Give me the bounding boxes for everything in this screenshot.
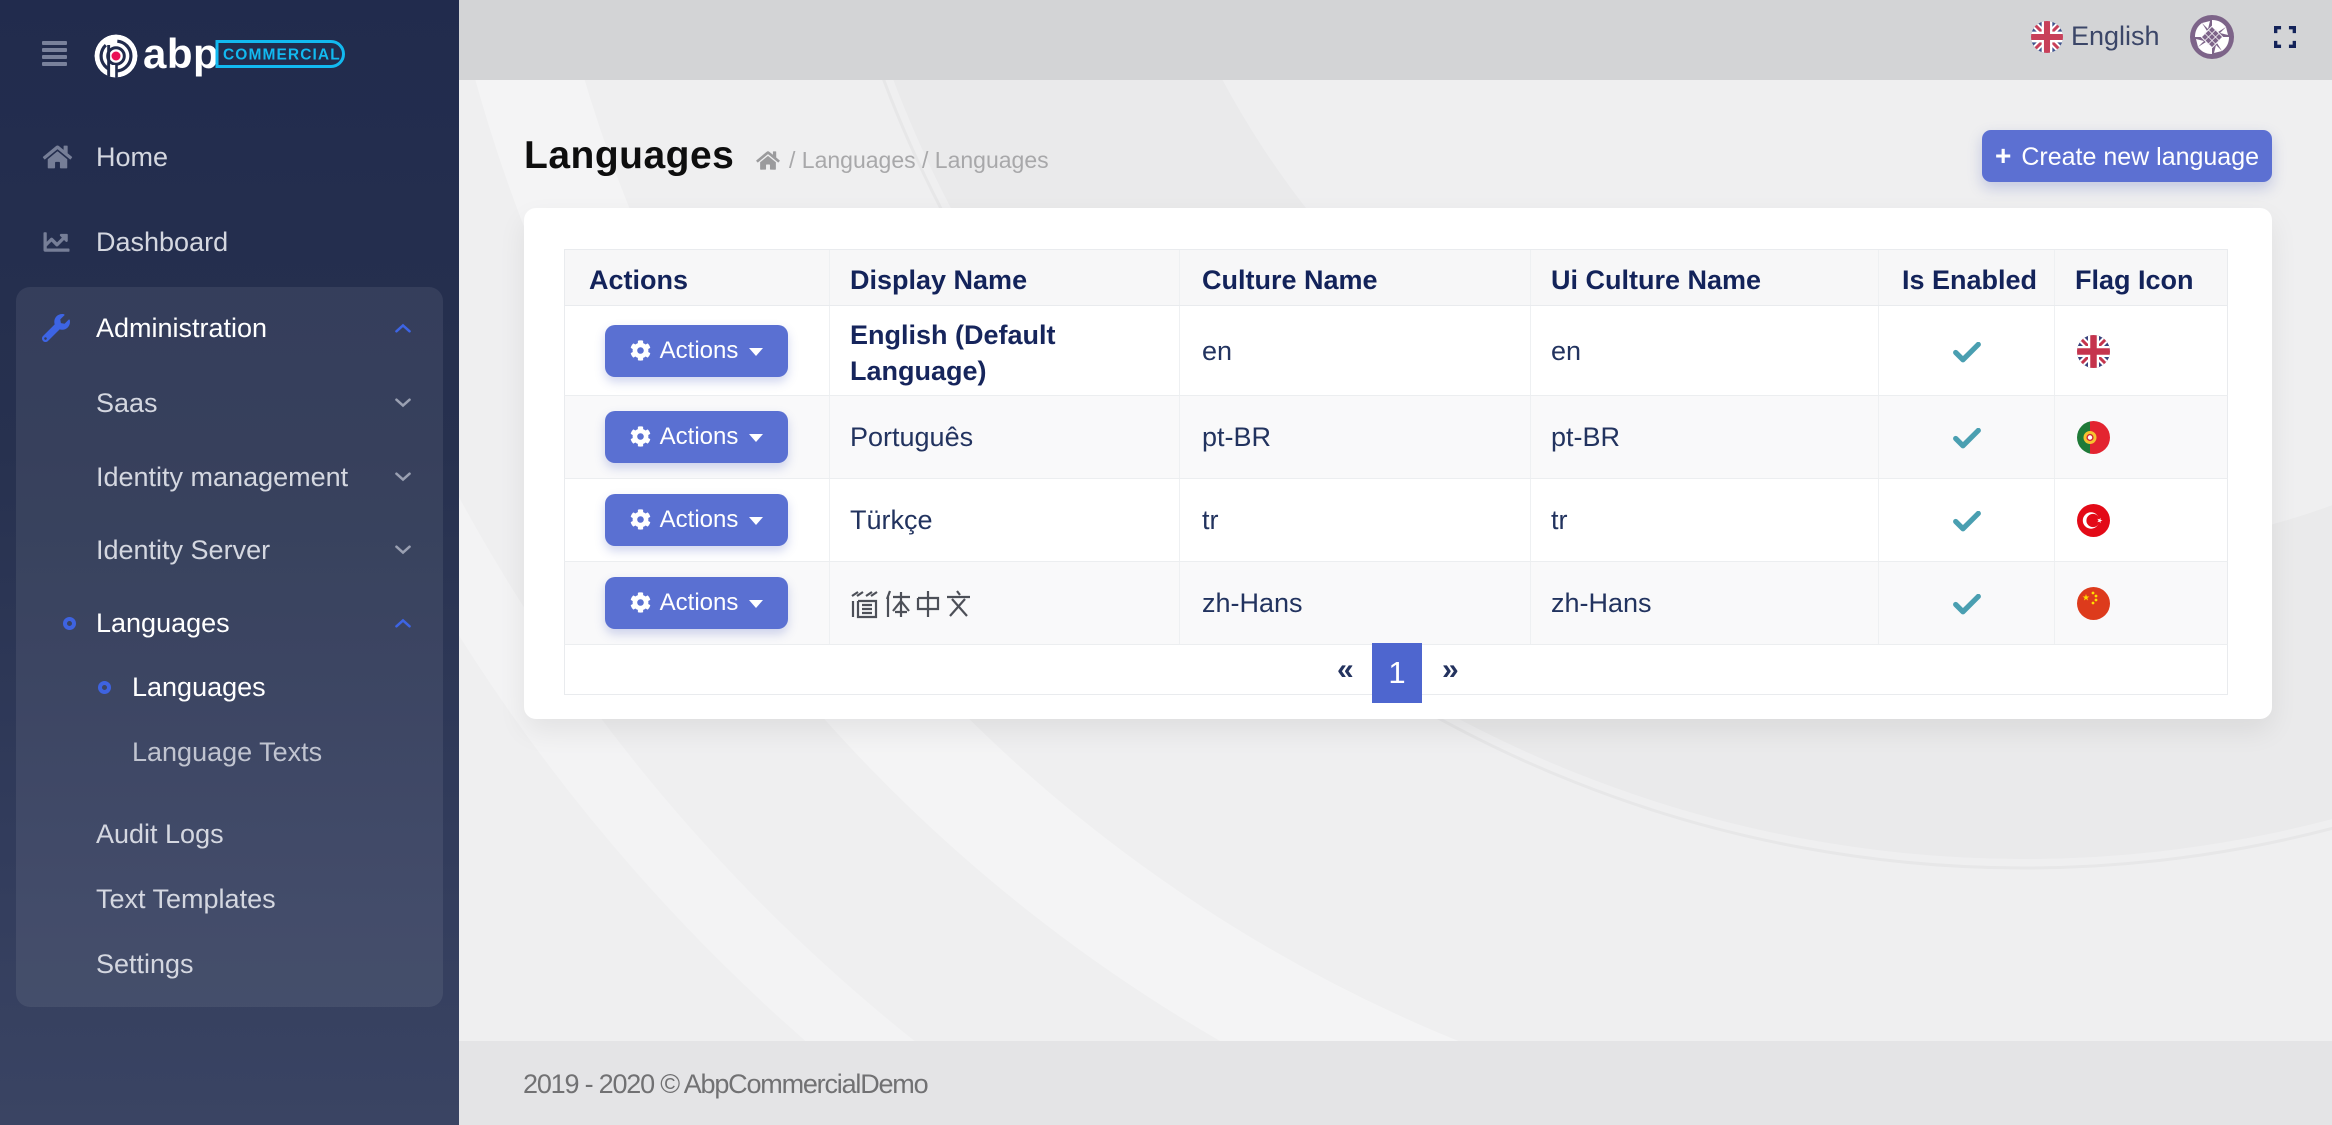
svg-text:abp: abp (143, 30, 219, 77)
svg-text:COMMERCIAL: COMMERCIAL (223, 47, 341, 64)
